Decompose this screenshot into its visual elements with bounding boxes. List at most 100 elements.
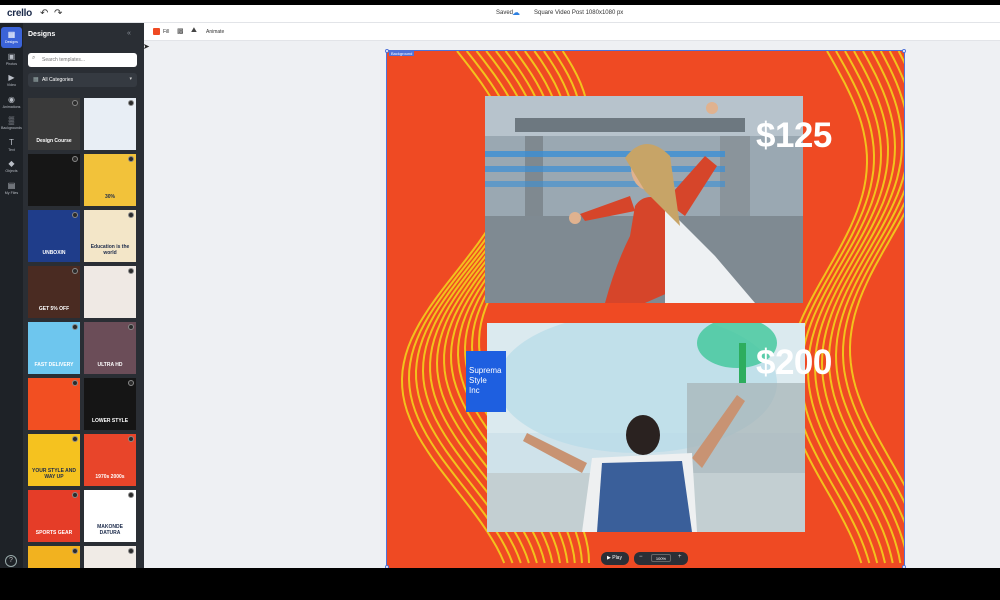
search-templates-input[interactable] xyxy=(28,53,137,67)
rail-item-objects[interactable]: ◆ Objects xyxy=(1,156,22,177)
document-title[interactable]: Square Video Post 1080x1080 px xyxy=(534,10,623,16)
rail-item-my-files[interactable]: ▤ My Files xyxy=(1,178,22,199)
collapse-panel-icon[interactable]: « xyxy=(127,30,131,37)
template-thumbnail[interactable]: Design Course xyxy=(28,98,80,150)
undo-icon[interactable]: ↶ xyxy=(40,8,48,19)
rail-item-label: Animations xyxy=(2,104,21,109)
template-thumbnail[interactable] xyxy=(84,266,136,318)
resize-handle-bottom-left[interactable] xyxy=(385,565,389,568)
template-thumbnail[interactable]: GET 5% OFF xyxy=(28,266,80,318)
resize-handle-bottom-right[interactable] xyxy=(902,565,906,568)
selection-label: Background xyxy=(389,51,415,56)
favorite-icon[interactable] xyxy=(128,436,134,442)
template-thumbnail-text: YOUR STYLE AND WAY UP xyxy=(32,468,76,480)
favorite-icon[interactable] xyxy=(72,492,78,498)
brand-text-box[interactable]: Suprema Style Inc xyxy=(466,351,506,412)
template-thumbnail[interactable] xyxy=(28,378,80,430)
template-thumbnail-text: 30% xyxy=(104,194,115,200)
rail-item-backgrounds[interactable]: ▒ Backgrounds xyxy=(1,113,22,134)
price-bottom[interactable]: $200 xyxy=(756,343,832,383)
zoom-in-icon[interactable]: + xyxy=(678,554,682,560)
resize-handle-top-right[interactable] xyxy=(902,49,906,53)
rail-item-label: Photos xyxy=(5,61,18,66)
fill-color-swatch[interactable] xyxy=(153,28,160,35)
favorite-icon[interactable] xyxy=(128,212,134,218)
top-bar: crello ↶ ↷ Saved ☁ Square Video Post 108… xyxy=(0,5,1000,23)
favorite-icon[interactable] xyxy=(72,268,78,274)
template-thumbnail[interactable]: MAKONDE DATURA xyxy=(84,490,136,542)
rail-item-photos[interactable]: ▣ Photos xyxy=(1,49,22,70)
brand-text: Suprema Style Inc xyxy=(469,366,502,395)
template-thumbnail[interactable]: SPORTS GEAR xyxy=(28,490,80,542)
category-dropdown[interactable]: ▦ All Categories ▾ xyxy=(28,73,137,87)
template-thumbnail-text: FAST DELIVERY xyxy=(34,362,74,368)
template-thumbnail[interactable] xyxy=(28,154,80,206)
designs-panel: Designs « ⌕ ▦ All Categories ▾ Design Co… xyxy=(23,23,144,568)
favorite-icon[interactable] xyxy=(128,156,134,162)
folder-icon: ▤ xyxy=(7,180,16,190)
resize-handle-top-left[interactable] xyxy=(385,49,389,53)
shapes-icon: ◆ xyxy=(8,159,15,168)
chevron-down-icon: ▾ xyxy=(129,76,132,82)
play-button[interactable]: ▶ Play xyxy=(601,552,629,565)
template-thumbnail[interactable]: YOUR STYLE AND WAY UP xyxy=(28,434,80,486)
template-thumbnail[interactable]: UNBOXIN xyxy=(28,210,80,262)
favorite-icon[interactable] xyxy=(128,100,134,106)
template-thumbnail-text: 1970s 2000s xyxy=(95,474,125,480)
rail-item-designs[interactable]: ▦ Designs xyxy=(1,27,22,48)
zoom-value[interactable]: 100% xyxy=(651,554,671,562)
zoom-control: − 100% + xyxy=(634,552,688,565)
photo-icon: ▣ xyxy=(7,51,16,61)
favorite-icon[interactable] xyxy=(128,492,134,498)
rail-item-label: Designs xyxy=(5,40,18,44)
favorite-icon[interactable] xyxy=(72,548,78,554)
rail-item-label: My Files xyxy=(4,190,19,195)
transparency-icon[interactable]: ▩ xyxy=(177,27,184,35)
rail-item-animations[interactable]: ◉ Animations xyxy=(1,92,22,113)
favorite-icon[interactable] xyxy=(72,380,78,386)
redo-icon[interactable]: ↷ xyxy=(54,8,62,19)
category-icon: ▦ xyxy=(33,77,39,83)
template-thumbnail[interactable]: FAST DELIVERY xyxy=(28,322,80,374)
template-thumbnail[interactable]: 30% xyxy=(84,154,136,206)
template-thumbnail[interactable] xyxy=(84,98,136,150)
template-thumbnail[interactable]: Education is the world xyxy=(84,210,136,262)
panel-title: Designs xyxy=(28,31,56,38)
rail-item-label: Backgrounds xyxy=(1,126,22,130)
help-icon[interactable]: ? xyxy=(5,555,17,567)
category-label: All Categories xyxy=(42,77,74,83)
favorite-icon[interactable] xyxy=(128,268,134,274)
fill-label[interactable]: Fill xyxy=(163,29,169,35)
price-top[interactable]: $125 xyxy=(756,116,832,156)
animate-button[interactable]: Animate xyxy=(206,29,224,35)
favorite-icon[interactable] xyxy=(128,548,134,554)
favorite-icon[interactable] xyxy=(72,156,78,162)
favorite-icon[interactable] xyxy=(72,324,78,330)
favorite-icon[interactable] xyxy=(128,324,134,330)
crello-logo[interactable]: crello xyxy=(7,8,32,19)
template-thumbnail[interactable]: LOWER STYLE xyxy=(84,378,136,430)
template-thumbnail[interactable]: 1970s 2000s xyxy=(84,434,136,486)
rail-item-label: Objects xyxy=(5,169,18,173)
template-thumbnail[interactable] xyxy=(28,546,80,568)
favorite-icon[interactable] xyxy=(128,380,134,386)
template-thumbnail-text: ULTRA HD xyxy=(97,362,123,368)
pattern-icon: ▒ xyxy=(8,116,15,125)
design-canvas[interactable]: $125 $200 Suprema Style Inc Background xyxy=(386,50,905,568)
template-thumbnail[interactable] xyxy=(84,546,136,568)
video-icon: ▶ xyxy=(8,73,15,82)
zoom-out-icon[interactable]: − xyxy=(639,554,643,560)
favorite-icon[interactable] xyxy=(72,100,78,106)
text-icon: T xyxy=(9,137,14,147)
rail-item-label: Video xyxy=(6,83,17,87)
favorite-icon[interactable] xyxy=(72,212,78,218)
animation-icon[interactable]: ⛰ xyxy=(191,27,197,35)
cloud-check-icon: ☁ xyxy=(512,8,520,17)
template-thumbnail[interactable]: ULTRA HD xyxy=(84,322,136,374)
app-window: crello ↶ ↷ Saved ☁ Square Video Post 108… xyxy=(0,5,1000,568)
rail-item-text[interactable]: T Text xyxy=(1,135,22,156)
template-grid: Design Course 30% UNBOXIN Education is the … xyxy=(28,98,140,568)
favorite-icon[interactable] xyxy=(72,436,78,442)
play-circle-icon: ◉ xyxy=(8,94,15,104)
rail-item-video[interactable]: ▶ Video xyxy=(1,70,22,91)
